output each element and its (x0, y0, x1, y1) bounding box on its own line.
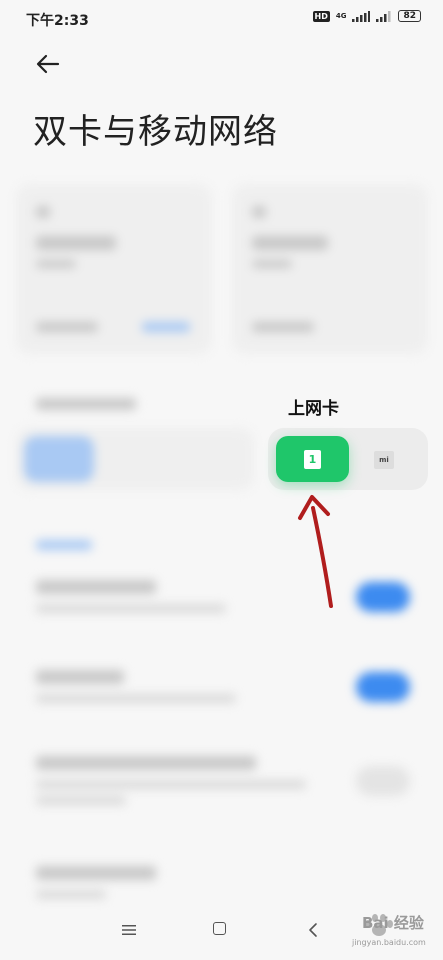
status-bar: 下午2:33 HD 4G 82 (0, 0, 443, 38)
data-sim-label: 上网卡 (288, 399, 339, 419)
nav-back-icon[interactable] (307, 922, 319, 938)
watermark-url: jingyan.baidu.com (352, 938, 426, 947)
back-arrow-icon[interactable] (34, 50, 62, 78)
menu-icon[interactable] (122, 924, 136, 936)
page-title: 双卡与移动网络 (33, 112, 278, 152)
sim1-icon: 1 (304, 449, 321, 469)
status-time: 下午2:33 (26, 13, 89, 29)
battery-indicator: 82 (398, 10, 421, 22)
blurred-background (0, 170, 443, 950)
network-type: 4G (335, 11, 347, 20)
signal-icon (352, 10, 371, 22)
watermark-text: Bai 经验 (362, 914, 424, 932)
sim1-button[interactable]: 1 (276, 436, 349, 482)
sim2-button[interactable]: mi (374, 451, 394, 469)
home-icon[interactable] (213, 922, 226, 935)
hd-icon: HD (312, 10, 330, 22)
status-icons: HD 4G 82 (312, 10, 421, 22)
signal-icon-2 (376, 10, 391, 22)
